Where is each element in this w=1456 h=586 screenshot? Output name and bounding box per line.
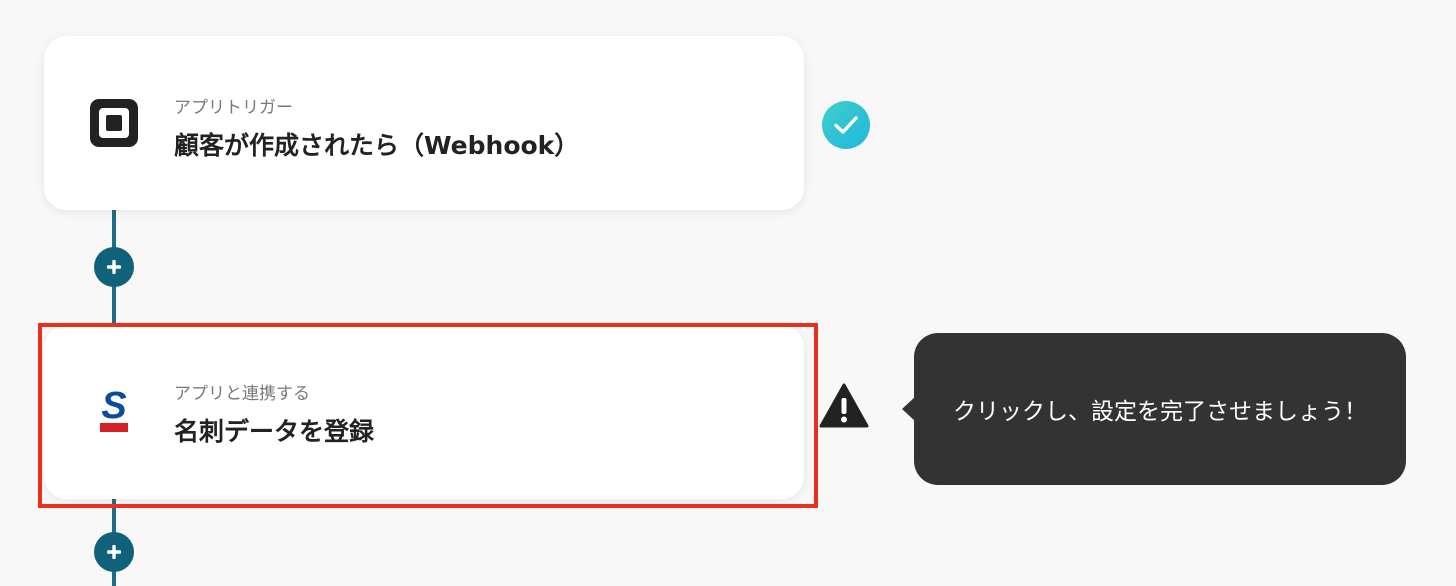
tooltip-tail — [902, 397, 915, 421]
action-title: 名刺データを登録 — [174, 417, 375, 446]
add-step-button[interactable] — [94, 247, 134, 287]
tooltip-text: クリックし、設定を完了させましょう！ — [953, 399, 1367, 425]
action-card[interactable]: S アプリと連携する 名刺データを登録 — [44, 325, 804, 499]
trigger-card[interactable]: アプリトリガー 顧客が作成されたら（Webhook） — [44, 36, 804, 210]
trigger-subtitle: アプリトリガー — [174, 98, 293, 118]
complete-check-icon — [822, 101, 870, 149]
warning-icon — [819, 383, 869, 429]
add-step-button-bottom[interactable] — [94, 532, 134, 572]
action-subtitle: アプリと連携する — [174, 384, 310, 404]
plus-icon — [107, 260, 121, 274]
square-logo-icon — [88, 97, 140, 149]
plus-icon — [107, 545, 121, 559]
svg-text:S: S — [101, 385, 126, 427]
sansan-logo-icon: S — [88, 385, 140, 438]
trigger-title: 顧客が作成されたら（Webhook） — [174, 131, 580, 160]
tooltip: クリックし、設定を完了させましょう！ — [902, 333, 1406, 485]
